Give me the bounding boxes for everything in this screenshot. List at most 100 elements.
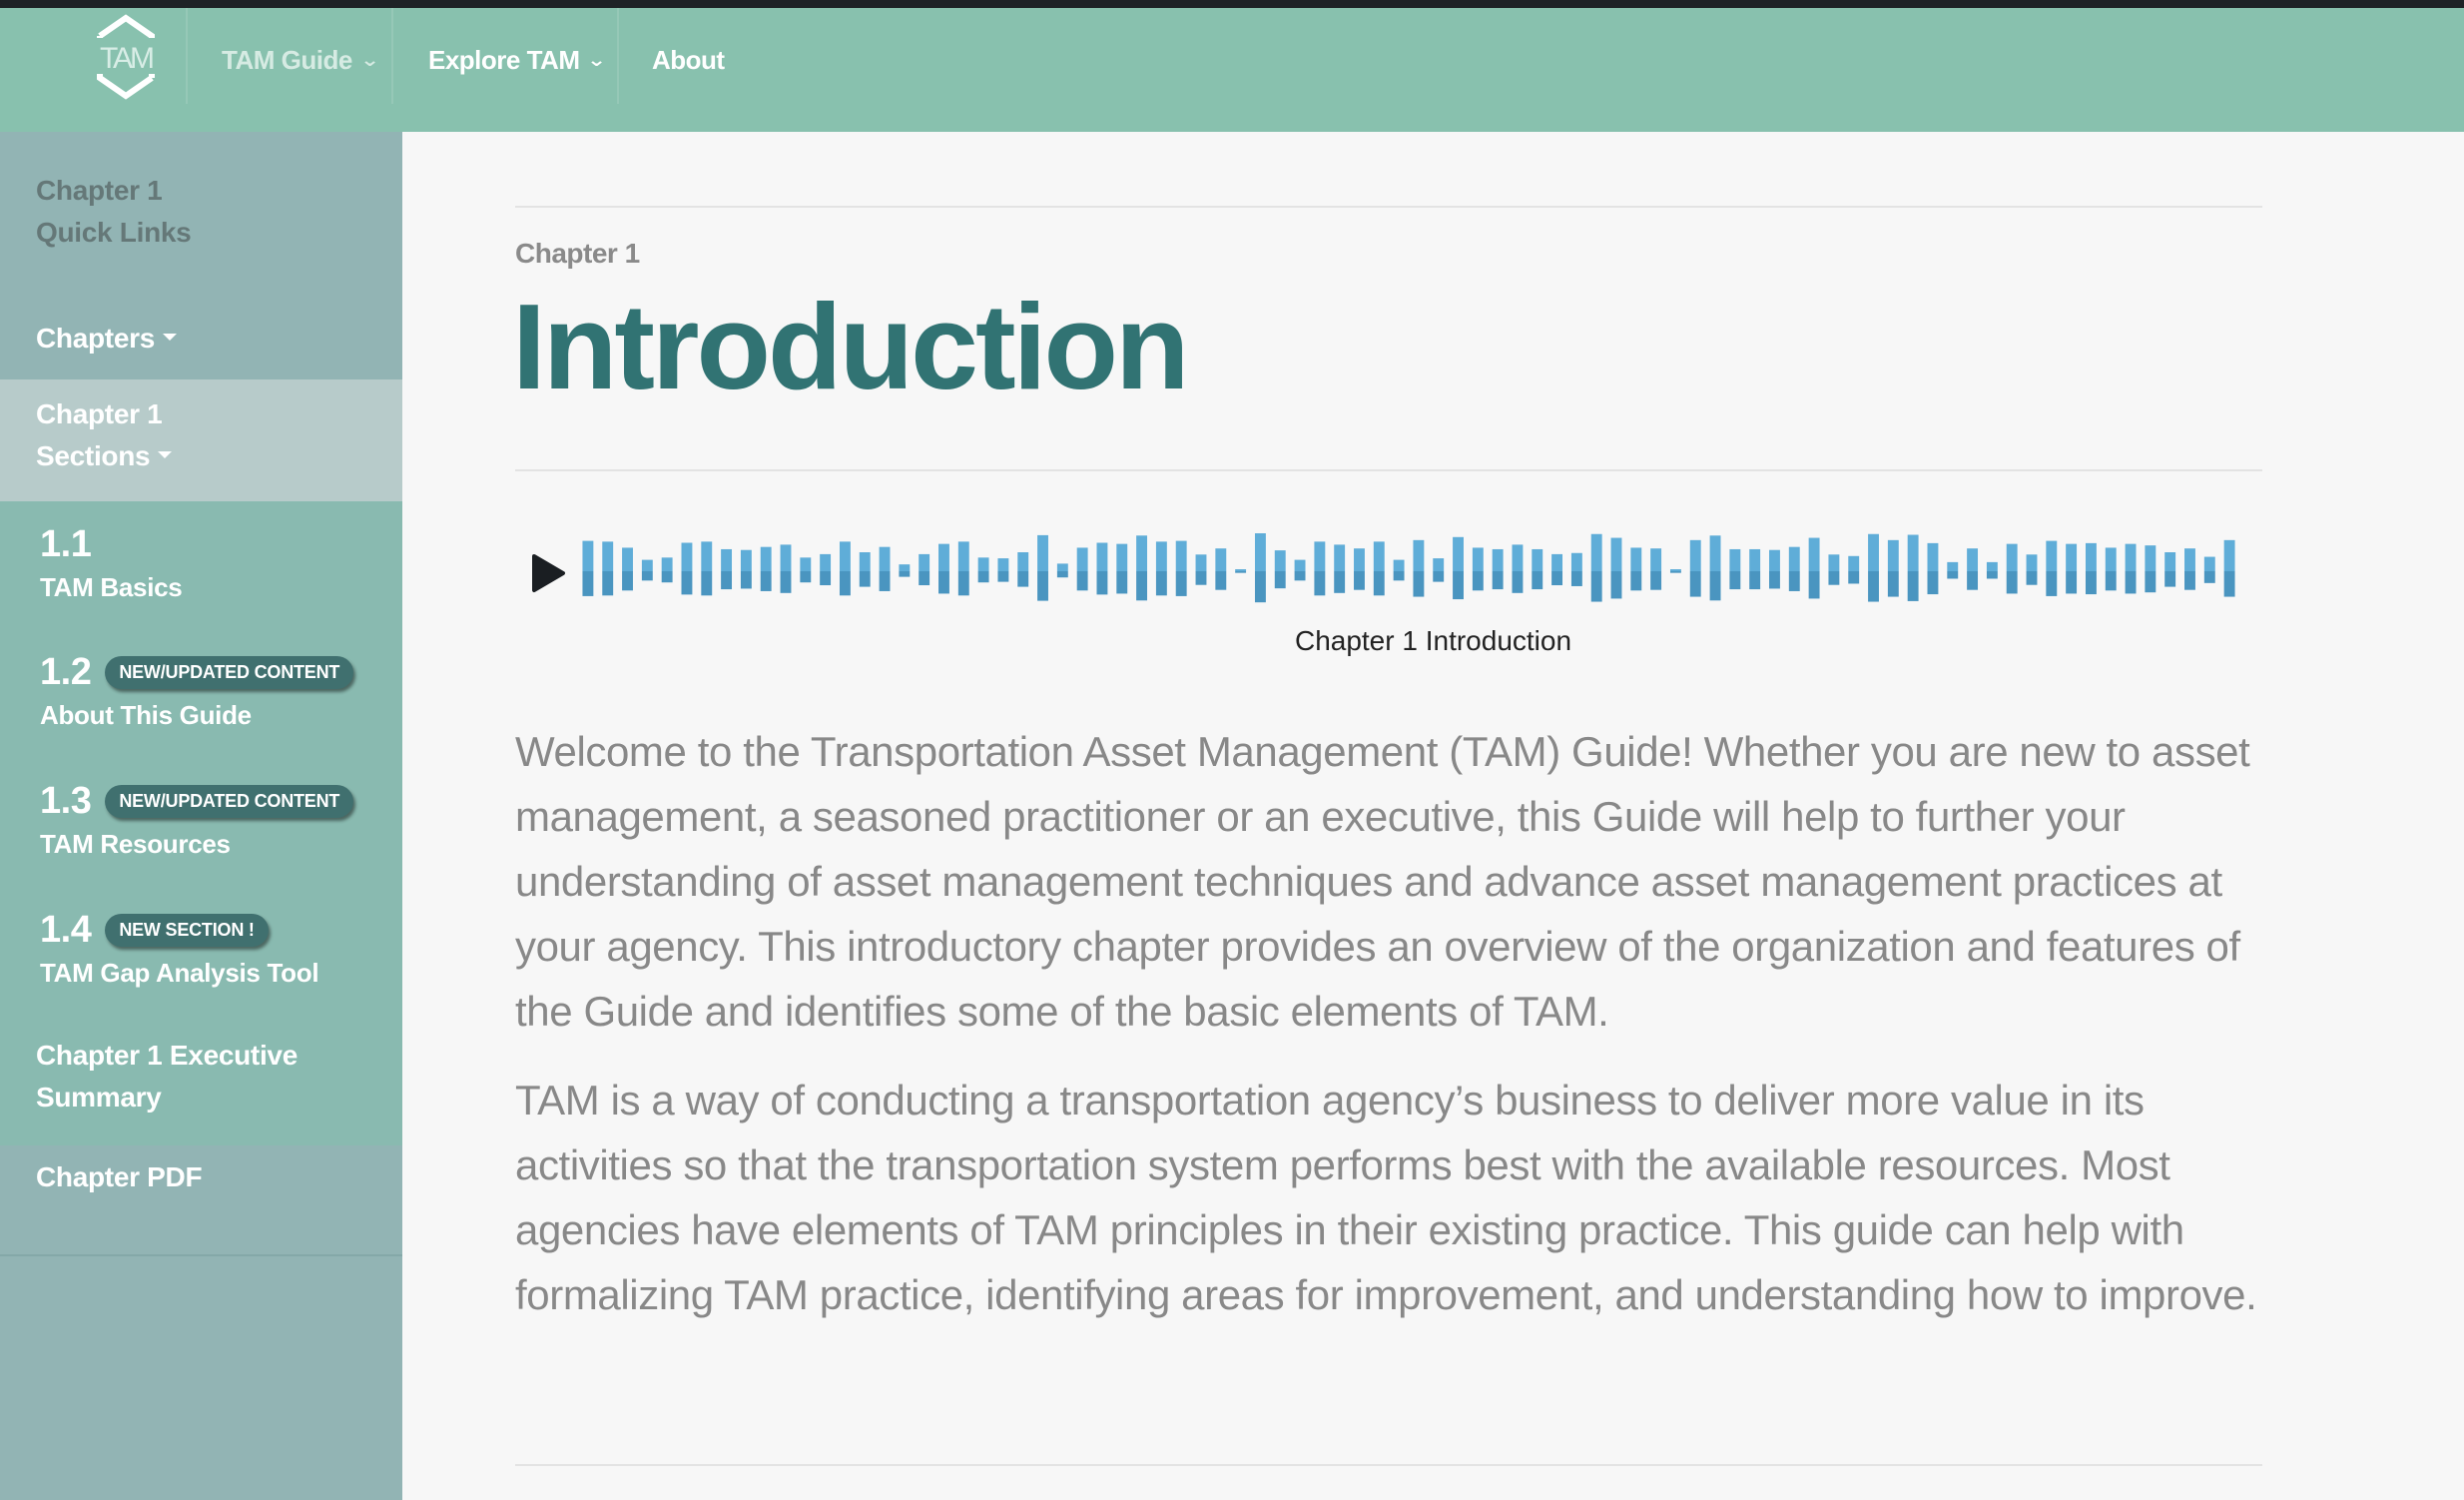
waveform-bar-top bbox=[1532, 548, 1543, 571]
waveform-bar-bottom bbox=[1155, 571, 1167, 596]
caret-down-icon bbox=[158, 451, 173, 459]
section-title: TAM Resources bbox=[40, 829, 231, 859]
waveform-bar-top bbox=[1453, 536, 1464, 571]
waveform-bar-bottom bbox=[2125, 571, 2137, 594]
waveform-bar-bottom bbox=[1294, 571, 1306, 581]
waveform-bar-top bbox=[701, 541, 713, 571]
bottom-rule bbox=[515, 1464, 2262, 1466]
waveform-bar-bottom bbox=[839, 571, 851, 596]
waveform-bar-top bbox=[2105, 547, 2117, 571]
waveform-bar-top bbox=[622, 547, 633, 571]
waveform-bar-top bbox=[1433, 558, 1445, 571]
waveform-bar-top bbox=[1907, 534, 1919, 571]
waveform-bar-top bbox=[1096, 542, 1108, 571]
waveform-bar-top bbox=[1828, 554, 1840, 571]
waveform-bar-top bbox=[1610, 537, 1622, 571]
audio-caption: Chapter 1 Introduction bbox=[1294, 625, 1572, 656]
waveform-bar-bottom bbox=[780, 571, 792, 593]
waveform-bar-bottom bbox=[879, 571, 891, 591]
section-number: 1.3 bbox=[40, 780, 92, 822]
waveform-bar-bottom bbox=[1472, 571, 1484, 591]
play-button[interactable] bbox=[530, 553, 566, 593]
waveform-bar-bottom bbox=[1590, 571, 1602, 602]
waveform-bar-bottom bbox=[1373, 571, 1385, 596]
chapters-dropdown[interactable]: Chapters bbox=[36, 318, 177, 360]
waveform-bar-top bbox=[2006, 543, 2018, 571]
section-item-1-3[interactable]: 1.3 NEW/UPDATED CONTENT TAM Resources bbox=[40, 780, 354, 860]
chevron-down-icon: ⌄ bbox=[587, 49, 607, 70]
waveform-bar-bottom bbox=[2203, 571, 2215, 583]
waveform-bar-bottom bbox=[1334, 571, 1346, 593]
audio-waveform[interactable] bbox=[578, 531, 2239, 611]
waveform-bar-bottom bbox=[1887, 571, 1899, 597]
waveform-bar-bottom bbox=[1551, 571, 1563, 586]
section-item-1-4[interactable]: 1.4 NEW SECTION ! TAM Gap Analysis Tool bbox=[40, 909, 319, 989]
main-content: Chapter 1 Introduction Chapter 1 Introdu… bbox=[402, 132, 2464, 1500]
waveform-bar-top bbox=[2125, 543, 2137, 571]
waveform-bar-bottom bbox=[1769, 571, 1780, 589]
waveform-bar-bottom bbox=[2085, 571, 2097, 595]
waveform-bar-bottom bbox=[2046, 571, 2058, 596]
waveform-bar-top bbox=[1175, 540, 1187, 571]
waveform-bar-top bbox=[1136, 535, 1148, 571]
nav-about[interactable]: About bbox=[652, 38, 725, 82]
waveform-bar-top bbox=[919, 553, 930, 571]
nav-tam-guide-label: TAM Guide bbox=[222, 44, 352, 75]
waveform-bar-top bbox=[820, 553, 832, 571]
waveform-bar-bottom bbox=[1195, 571, 1207, 585]
waveform-bar-bottom bbox=[820, 571, 832, 586]
waveform-bar-bottom bbox=[1947, 571, 1959, 579]
new-content-badge: NEW/UPDATED CONTENT bbox=[105, 785, 354, 818]
waveform-bar-top bbox=[1709, 535, 1721, 571]
nav-explore-tam-label: Explore TAM bbox=[428, 44, 580, 75]
waveform-bar-top bbox=[1076, 547, 1088, 571]
caret-down-icon bbox=[162, 334, 177, 342]
waveform-bar-top bbox=[2085, 542, 2097, 571]
exec-summary-link[interactable]: Chapter 1 Executive Summary bbox=[36, 1035, 298, 1119]
waveform-bar-top bbox=[1235, 569, 1247, 571]
waveform-bar-top bbox=[1373, 541, 1385, 571]
waveform-bar-top bbox=[938, 543, 949, 571]
waveform-bar-top bbox=[1570, 552, 1582, 571]
chapter-pdf-link[interactable]: Chapter PDF bbox=[36, 1156, 203, 1198]
nav-explore-tam[interactable]: Explore TAM ⌄ bbox=[428, 38, 607, 82]
top-window-strip bbox=[0, 0, 2464, 8]
waveform-bar-top bbox=[1650, 548, 1662, 571]
waveform-bar-bottom bbox=[1413, 571, 1425, 597]
sections-dropdown[interactable]: Chapter 1 Sections bbox=[36, 393, 173, 477]
new-section-badge: NEW SECTION ! bbox=[105, 914, 269, 947]
section-item-1-2[interactable]: 1.2 NEW/UPDATED CONTENT About This Guide bbox=[40, 651, 354, 731]
section-item-1-1[interactable]: 1.1 TAM Basics bbox=[40, 523, 183, 603]
waveform-bar-bottom bbox=[1868, 571, 1879, 602]
waveform-bar-bottom bbox=[681, 571, 693, 595]
waveform-bar-bottom bbox=[1017, 571, 1029, 587]
waveform-bar-top bbox=[839, 541, 851, 571]
waveform-bar-top bbox=[1848, 555, 1860, 571]
title-rule bbox=[515, 469, 2262, 471]
waveform-bar-bottom bbox=[1788, 571, 1800, 591]
waveform-bar-bottom bbox=[859, 571, 871, 587]
waveform-bar-top bbox=[1887, 539, 1899, 571]
page-title: Introduction bbox=[512, 279, 1190, 414]
waveform-bar-bottom bbox=[1610, 571, 1622, 599]
waveform-bar-bottom bbox=[1689, 571, 1701, 597]
waveform-bar-top bbox=[1986, 561, 1998, 571]
waveform-bar-top bbox=[1689, 539, 1701, 571]
waveform-bar-bottom bbox=[1274, 571, 1286, 589]
waveform-bar-bottom bbox=[760, 571, 772, 591]
waveform-bar-bottom bbox=[1453, 571, 1464, 600]
waveform-bar-top bbox=[1927, 542, 1939, 571]
nav-divider bbox=[186, 8, 188, 104]
nav-tam-guide[interactable]: TAM Guide ⌄ bbox=[222, 38, 379, 82]
intro-paragraph-1: Welcome to the Transportation Asset Mana… bbox=[515, 728, 2250, 1035]
waveform-bar-top bbox=[899, 564, 911, 571]
new-content-badge: NEW/UPDATED CONTENT bbox=[105, 656, 354, 689]
waveform-bar-bottom bbox=[1986, 571, 1998, 579]
waveform-bar-bottom bbox=[740, 571, 752, 589]
navbar: TAM TAM Guide ⌄ Explore TAM ⌄ About bbox=[0, 8, 2464, 132]
waveform-bar-top bbox=[800, 557, 812, 571]
chapter-kicker: Chapter 1 bbox=[515, 238, 640, 269]
waveform-bar-top bbox=[2164, 552, 2176, 571]
tam-logo[interactable]: TAM bbox=[88, 14, 164, 100]
waveform-bar-top bbox=[2203, 556, 2215, 571]
